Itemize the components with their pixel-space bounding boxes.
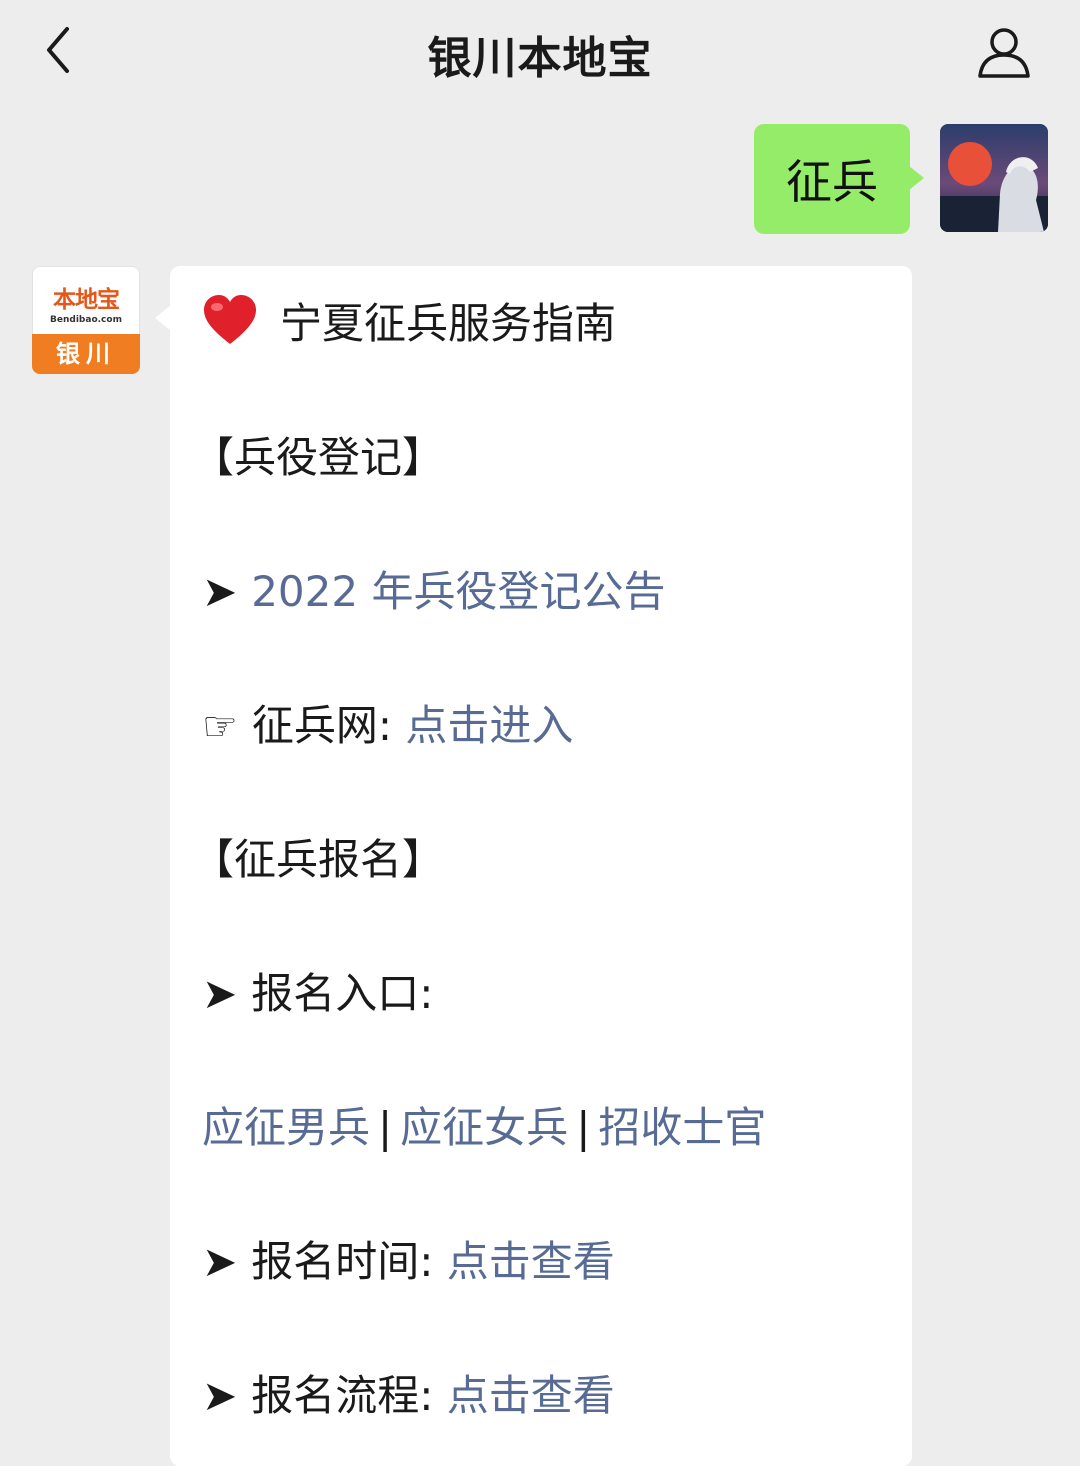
conscription-website-label: 征兵网: bbox=[251, 701, 393, 750]
section-title-enrollment: 【征兵报名】 bbox=[192, 835, 445, 884]
guide-heading: 宁夏征兵服务指南 bbox=[202, 294, 616, 354]
pointing-hand-icon: ☞ bbox=[202, 704, 238, 750]
female-soldier-link[interactable]: 应征女兵 bbox=[400, 1103, 568, 1152]
enrollment-time-item: ➤ 报名时间: 点击查看 bbox=[202, 1232, 615, 1292]
user-avatar-image bbox=[940, 124, 1048, 232]
outgoing-message-bubble[interactable]: 征兵 bbox=[754, 124, 924, 234]
arrow-icon: ➤ bbox=[202, 1371, 238, 1420]
enrollment-time-label: 报名时间: bbox=[251, 1237, 434, 1286]
registration-notice-item: ➤ 2022 年兵役登记公告 bbox=[202, 562, 665, 622]
enrollment-process-link[interactable]: 点击查看 bbox=[447, 1371, 615, 1420]
arrow-icon: ➤ bbox=[202, 1237, 238, 1286]
enrollment-process-label: 报名流程: bbox=[251, 1371, 434, 1420]
separator: | bbox=[576, 1103, 591, 1152]
conscription-website-link[interactable]: 点击进入 bbox=[405, 701, 573, 750]
logo-city: 银川 bbox=[32, 334, 140, 374]
conscription-website-item: ☞ 征兵网: 点击进入 bbox=[202, 696, 573, 757]
user-avatar[interactable] bbox=[940, 124, 1048, 232]
profile-button[interactable] bbox=[968, 16, 1040, 88]
separator: | bbox=[378, 1103, 393, 1152]
heart-icon bbox=[204, 295, 256, 344]
logo-text: 本地宝 bbox=[53, 287, 120, 313]
page-title: 银川本地宝 bbox=[427, 33, 653, 84]
arrow-icon: ➤ bbox=[202, 567, 238, 616]
registration-notice-link[interactable]: 2022 年兵役登记公告 bbox=[251, 567, 665, 616]
enrollment-links: 应征男兵 | 应征女兵 | 招收士官 bbox=[202, 1098, 766, 1158]
enrollment-time-link[interactable]: 点击查看 bbox=[447, 1237, 615, 1286]
enrollment-entry-label: 报名入口: bbox=[251, 969, 434, 1018]
enrollment-process-item: ➤ 报名流程: 点击查看 bbox=[202, 1366, 615, 1426]
arrow-icon: ➤ bbox=[202, 969, 238, 1018]
person-icon bbox=[978, 28, 1030, 78]
logo-domain: Bendibao.com bbox=[50, 315, 122, 325]
bot-avatar[interactable]: 本地宝 Bendibao.com 银川 bbox=[32, 266, 140, 374]
guide-heading-text: 宁夏征兵服务指南 bbox=[280, 299, 617, 348]
outgoing-message-text: 征兵 bbox=[786, 155, 878, 209]
sergeant-recruit-link[interactable]: 招收士官 bbox=[598, 1103, 766, 1152]
male-soldier-link[interactable]: 应征男兵 bbox=[202, 1103, 370, 1152]
incoming-message-bubble: 宁夏征兵服务指南 【兵役登记】 ➤ 2022 年兵役登记公告 ☞ 征兵网: 点击进入… bbox=[155, 266, 912, 1466]
enrollment-entry-item: ➤ 报名入口: bbox=[202, 964, 433, 1024]
section-title-registration: 【兵役登记】 bbox=[192, 433, 445, 482]
top-bar: 银川本地宝 bbox=[0, 0, 1080, 112]
